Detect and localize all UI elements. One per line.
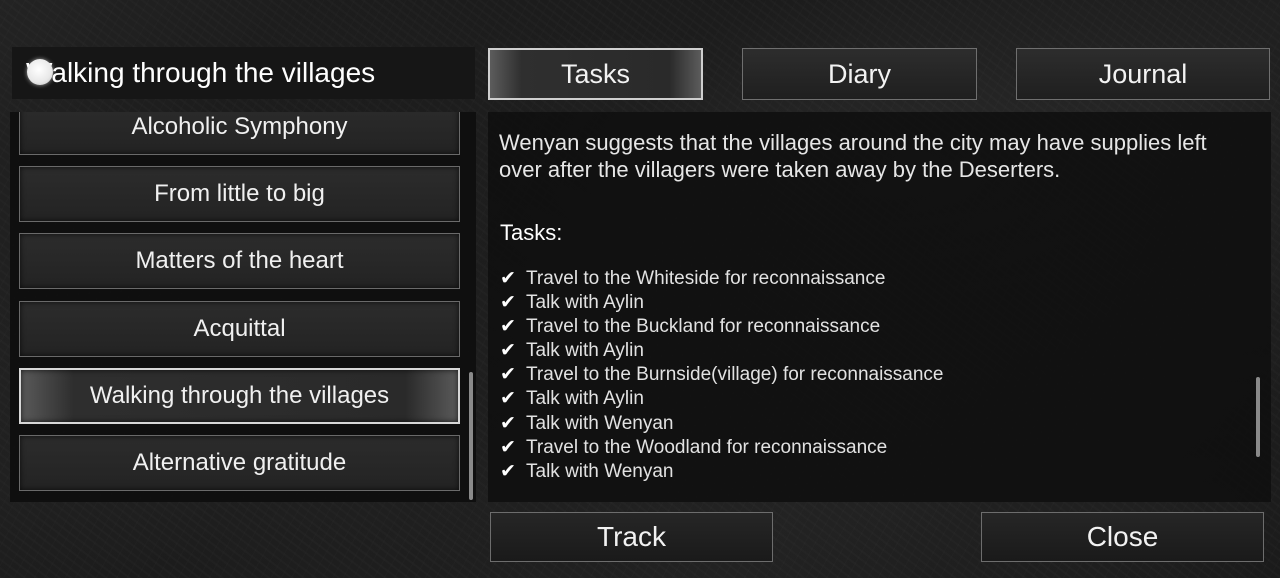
quest-item-label: Alternative gratitude [132,449,347,476]
task-item: ✔ Travel to the Buckland for reconnaissan… [500,315,944,339]
task-item: ✔ Talk with Aylin [500,387,944,411]
check-icon: ✔ [500,316,516,338]
quest-marker-icon [27,59,53,85]
quest-item-from-little-to-big[interactable]: From little to big [19,166,460,222]
check-icon: ✔ [500,292,516,314]
task-text: Travel to the Burnside(village) for reco… [526,364,944,386]
task-text: Talk with Wenyan [526,412,674,434]
quest-item-alcoholic-symphony[interactable]: Alcoholic Symphony [19,112,460,155]
check-icon: ✔ [500,460,516,482]
quest-description: Wenyan suggests that the villages around… [499,130,1207,182]
task-text: Talk with Aylin [526,292,644,314]
task-item: ✔ Travel to the Burnside(village) for rec… [500,363,944,387]
quest-item-label: Alcoholic Symphony [131,113,348,140]
quest-title-header: Walking through the villages [12,47,475,99]
quest-item-walking-through-the-villages[interactable]: Walking through the villages [19,368,460,424]
task-text: Talk with Aylin [526,388,644,410]
tab-label: Diary [827,58,891,89]
task-list: ✔ Travel to the Whiteside for reconnaissa… [500,267,944,484]
quest-list: Alcoholic Symphony From little to big Ma… [10,112,476,502]
check-icon: ✔ [500,268,516,289]
task-list-scrollbar[interactable] [1256,377,1260,457]
task-text: Travel to the Buckland for reconnaissanc… [526,316,881,338]
track-button-label: Track [597,521,666,552]
track-button[interactable]: Track [490,512,773,562]
quest-item-alternative-gratitude[interactable]: Alternative gratitude [19,435,460,491]
quest-item-label: Walking through the villages [89,382,390,409]
task-item: ✔ Travel to the Woodland for reconnaissan… [500,436,944,460]
tasks-heading: Tasks: [500,220,563,245]
quest-item-label: Matters of the heart [135,247,344,274]
check-icon: ✔ [500,364,516,386]
quest-item-label: Acquittal [193,315,286,342]
task-text: Talk with Aylin [526,340,644,362]
task-item: ✔ Talk with Wenyan [500,460,944,484]
task-item: ✔ Talk with Wenyan [500,412,944,436]
quest-item-matters-of-the-heart[interactable]: Matters of the heart [19,233,460,289]
quest-item-acquittal[interactable]: Acquittal [19,301,460,357]
task-text: Talk with Wenyan [526,460,674,482]
check-icon: ✔ [500,436,516,458]
tab-diary[interactable]: Diary [742,48,977,100]
task-list-viewport[interactable]: ✔ Travel to the Whiteside for reconnaissa… [488,267,1248,495]
check-icon: ✔ [500,388,516,410]
check-icon: ✔ [500,412,516,434]
check-icon: ✔ [500,340,516,362]
quest-details-panel: Wenyan suggests that the villages around… [488,112,1271,502]
task-text: Travel to the Whiteside for reconnaissan… [526,268,886,289]
task-item: ✔ Travel to the Whiteside for reconnaissa… [500,267,944,291]
task-item: ✔ Talk with Aylin [500,339,944,363]
tab-journal[interactable]: Journal [1016,48,1270,100]
close-button-label: Close [1086,521,1159,552]
quest-list-scrollbar[interactable] [469,372,473,500]
quest-title: Walking through the villages [26,57,376,88]
tab-tasks[interactable]: Tasks [488,48,703,100]
quest-item-label: From little to big [154,180,325,207]
task-text: Travel to the Woodland for reconnaissanc… [526,436,888,458]
task-item: ✔ Talk with Aylin [500,291,944,315]
tab-label: Tasks [560,58,631,89]
close-button[interactable]: Close [981,512,1264,562]
tab-label: Journal [1098,58,1188,89]
